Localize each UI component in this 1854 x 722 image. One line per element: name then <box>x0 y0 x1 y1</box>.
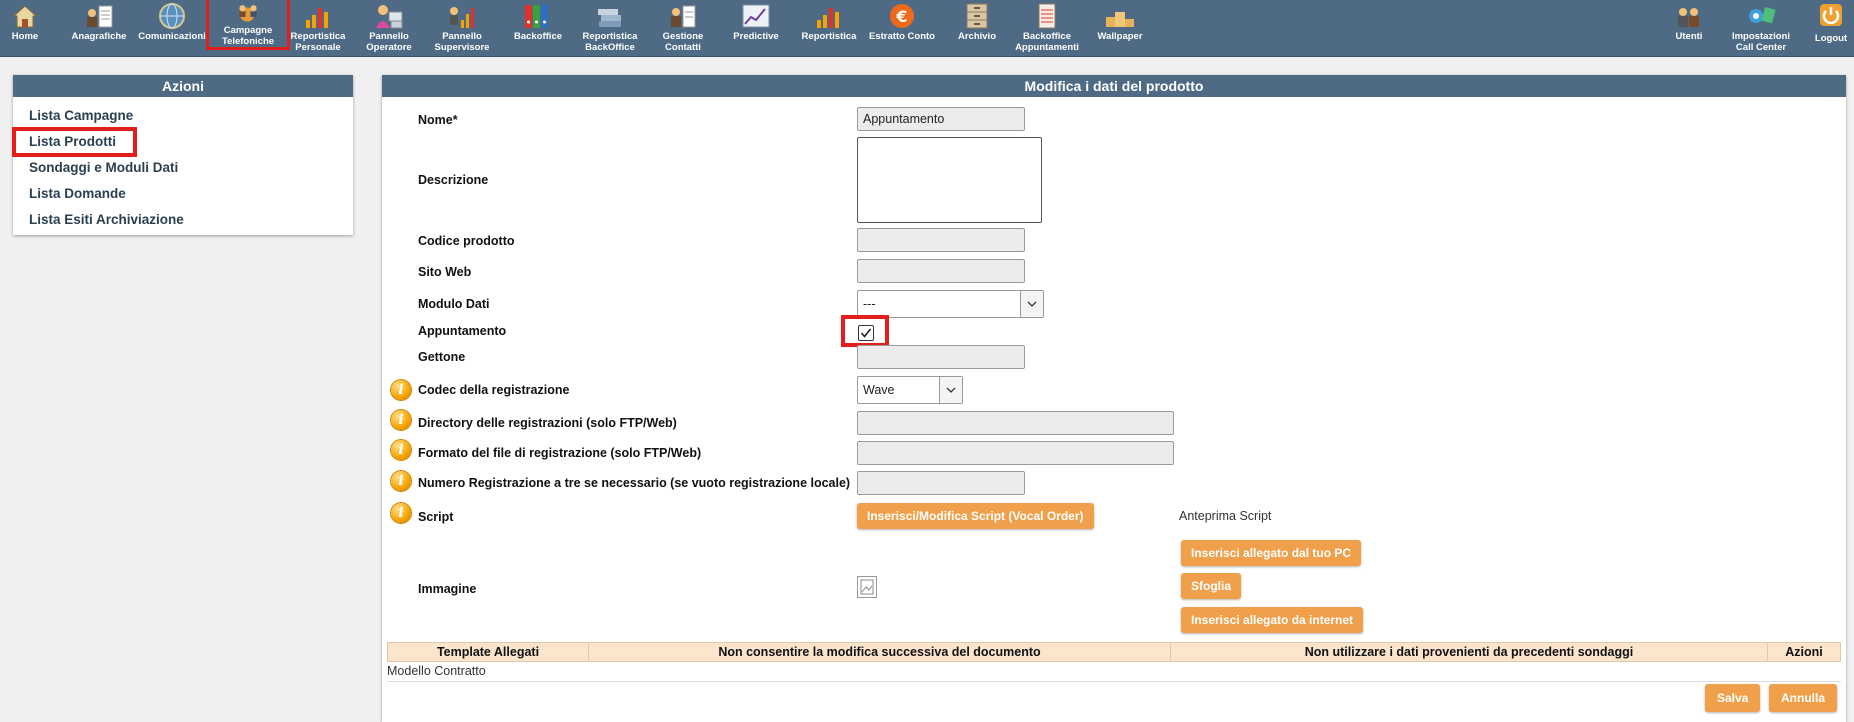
codice-prodotto-input[interactable] <box>857 228 1025 252</box>
modulo-dati-label: Modulo Dati <box>418 297 490 311</box>
chevron-down-icon <box>1020 291 1043 317</box>
appuntamento-label: Appuntamento <box>418 324 507 338</box>
nav-home[interactable]: Home <box>4 0 46 56</box>
nav-archivio[interactable]: Archivio <box>952 0 1002 56</box>
info-icon[interactable]: i <box>391 471 411 491</box>
nav-pannello-operatore[interactable]: Pannello Operatore <box>358 0 420 56</box>
browse-button[interactable]: Sfoglia <box>1181 573 1242 599</box>
attach-from-internet-button[interactable]: Inserisci allegato da internet <box>1181 607 1364 633</box>
info-icon[interactable]: i <box>391 503 411 523</box>
sito-web-label: Sito Web <box>418 265 472 279</box>
nav-gestione-contatti[interactable]: Gestione Contatti <box>655 0 711 56</box>
notebook-icon <box>1038 3 1056 29</box>
descrizione-textarea[interactable] <box>857 137 1042 223</box>
nav-backoffice[interactable]: Backoffice <box>510 0 566 56</box>
anagrafiche-icon <box>87 5 113 28</box>
info-icon[interactable]: i <box>391 380 411 400</box>
nav-campagne-telefoniche[interactable]: Campagne Telefoniche <box>206 0 290 50</box>
modulo-dati-select[interactable]: --- <box>857 290 1044 318</box>
appuntamento-checkbox[interactable] <box>858 325 874 341</box>
attach-from-pc-button[interactable]: Inserisci allegato dal tuo PC <box>1181 540 1362 566</box>
supervisor-icon <box>450 7 474 28</box>
attachments-table-header: Template Allegati Non consentire la modi… <box>387 642 1841 662</box>
nav-estratto-conto[interactable]: € Estratto Conto <box>866 0 938 56</box>
numero-registrazione-input[interactable] <box>857 471 1025 495</box>
edit-script-button[interactable]: Inserisci/Modifica Script (Vocal Order) <box>857 503 1094 529</box>
codec-select[interactable]: Wave <box>857 376 963 404</box>
nav-anagrafiche[interactable]: Anagrafiche <box>68 0 130 56</box>
nav-reportistica-backoffice[interactable]: Reportistica BackOffice <box>578 0 642 56</box>
nav-reportistica-personale[interactable]: Reportistica Personale <box>287 0 349 56</box>
sito-web-input[interactable] <box>857 259 1025 283</box>
power-icon <box>1820 4 1842 26</box>
info-icon[interactable]: i <box>391 410 411 430</box>
info-icon[interactable]: i <box>391 440 411 460</box>
nav-utenti[interactable]: Utenti <box>1665 0 1713 56</box>
directory-input[interactable] <box>857 411 1174 435</box>
action-lista-domande[interactable]: Lista Domande <box>29 181 353 207</box>
gettone-label: Gettone <box>418 350 466 364</box>
codec-label: Codec della registrazione <box>418 383 570 397</box>
action-lista-prodotti[interactable]: Lista Prodotti <box>29 129 353 155</box>
codice-prodotto-label: Codice prodotto <box>418 234 515 248</box>
actions-list: Lista Campagne Lista Prodotti Sondaggi e… <box>13 97 353 233</box>
column-non-consentire-modifica: Non consentire la modifica successiva de… <box>589 643 1171 661</box>
checkmark-icon <box>860 328 872 338</box>
action-sondaggi-moduli-dati[interactable]: Sondaggi e Moduli Dati <box>29 155 353 181</box>
bar-chart-icon <box>817 8 839 28</box>
formato-label: Formato del file di registrazione (solo … <box>418 446 702 460</box>
operator-icon <box>376 5 403 29</box>
modulo-dati-value: --- <box>863 297 876 311</box>
nav-backoffice-appuntamenti[interactable]: Backoffice Appuntamenti <box>1012 0 1082 56</box>
codec-value: Wave <box>863 383 895 397</box>
save-button[interactable]: Salva <box>1705 684 1761 712</box>
settings-icon <box>1749 6 1776 24</box>
globe-icon <box>159 3 185 29</box>
column-template-allegati: Template Allegati <box>388 643 589 661</box>
contacts-icon <box>671 5 696 28</box>
nav-wallpaper[interactable]: Wallpaper <box>1092 0 1148 56</box>
podium-icon <box>1106 12 1134 27</box>
immagine-label: Immagine <box>418 582 477 596</box>
action-lista-esiti-archiviazione[interactable]: Lista Esiti Archiviazione <box>29 207 353 233</box>
campaign-icon <box>239 5 257 22</box>
script-preview-label: Anteprima Script <box>1179 509 1272 523</box>
nav-logout[interactable]: Logout <box>1809 0 1853 56</box>
chevron-down-icon <box>939 377 962 403</box>
trend-chart-icon <box>742 4 770 28</box>
cancel-button[interactable]: Annulla <box>1769 684 1837 712</box>
directory-label: Directory delle registrazioni (solo FTP/… <box>418 416 677 430</box>
nav-comunicazioni[interactable]: Comunicazioni <box>137 0 207 56</box>
table-row: Modello Contratto <box>387 663 1841 682</box>
product-edit-panel: Modifica i dati del prodotto Nome* Appun… <box>382 75 1846 722</box>
nome-label: Nome* <box>418 113 458 127</box>
nome-input[interactable]: Appuntamento <box>857 107 1025 131</box>
svg-text:€: € <box>895 7 907 26</box>
actions-panel-title: Azioni <box>13 75 353 97</box>
books-icon <box>598 9 621 27</box>
home-icon <box>12 5 38 28</box>
nav-impostazioni-call-center[interactable]: Impostazioni Call Center <box>1725 0 1797 56</box>
action-lista-campagne[interactable]: Lista Campagne <box>29 103 353 129</box>
column-azioni: Azioni <box>1785 645 1823 659</box>
numero-registrazione-label: Numero Registrazione a tre se necessario… <box>418 476 851 490</box>
image-placeholder-icon[interactable] <box>857 576 877 598</box>
binders-icon <box>525 5 548 28</box>
nav-reportistica[interactable]: Reportistica <box>798 0 860 56</box>
euro-icon: € <box>890 4 914 28</box>
form-title: Modifica i dati del prodotto <box>382 75 1846 97</box>
table-cell-template: Modello Contratto <box>387 664 486 678</box>
formato-input[interactable] <box>857 441 1174 465</box>
script-label: Script <box>418 510 454 524</box>
users-icon <box>1678 8 1699 27</box>
gettone-input[interactable] <box>857 345 1025 369</box>
top-navigation-bar: Home Anagrafiche Comunicazioni Campagne … <box>0 0 1854 57</box>
descrizione-label: Descrizione <box>418 173 489 187</box>
archive-icon <box>966 3 988 29</box>
nav-predictive[interactable]: Predictive <box>728 0 784 56</box>
nav-pannello-supervisore[interactable]: Pannello Supervisore <box>430 0 494 56</box>
bar-chart-icon <box>306 8 328 28</box>
actions-panel: Azioni Lista Campagne Lista Prodotti Son… <box>12 75 353 235</box>
column-non-utilizzare-dati: Non utilizzare i dati provenienti da pre… <box>1171 643 1768 661</box>
